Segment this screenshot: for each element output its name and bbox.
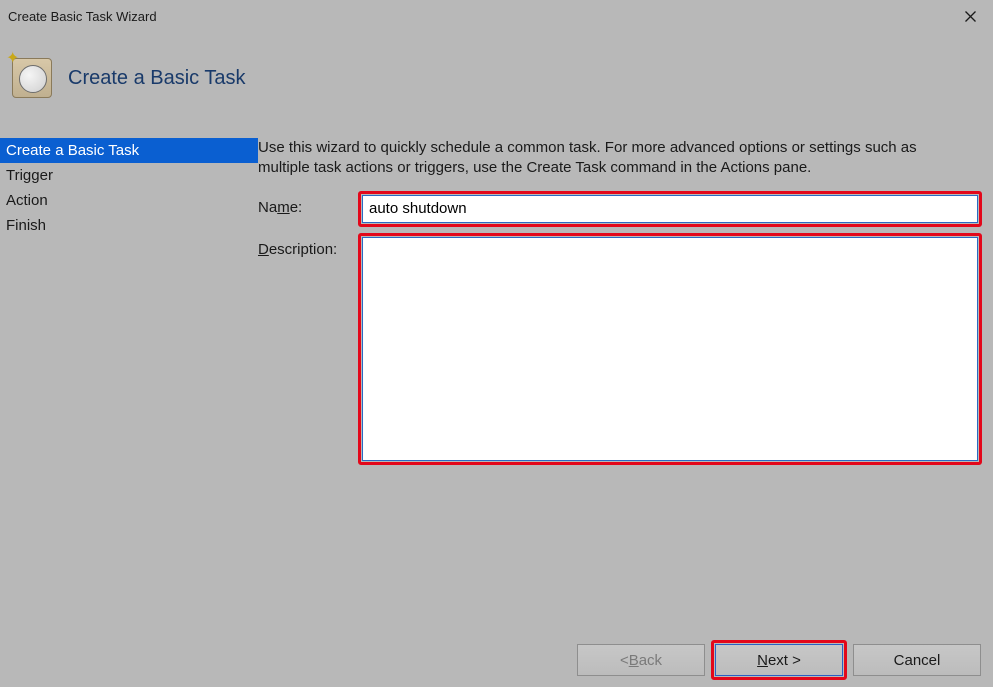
wizard-steps-sidebar: Create a Basic Task Trigger Action Finis… bbox=[0, 124, 258, 633]
sidebar-item-action[interactable]: Action bbox=[0, 188, 258, 213]
sidebar-item-trigger[interactable]: Trigger bbox=[0, 163, 258, 188]
wizard-header: ✦ Create a Basic Task bbox=[0, 32, 993, 124]
titlebar: Create Basic Task Wizard bbox=[0, 0, 993, 32]
name-label: Name: bbox=[258, 195, 362, 216]
description-label: Description: bbox=[258, 237, 362, 258]
page-title: Create a Basic Task bbox=[68, 67, 246, 90]
wizard-clock-icon: ✦ bbox=[10, 56, 54, 100]
name-input[interactable] bbox=[362, 195, 978, 223]
main-panel: Use this wizard to quickly schedule a co… bbox=[258, 124, 993, 633]
close-button[interactable] bbox=[947, 0, 993, 32]
sidebar-item-finish[interactable]: Finish bbox=[0, 213, 258, 238]
button-bar: < Back Next > Cancel bbox=[0, 633, 993, 687]
sidebar-item-create-basic-task[interactable]: Create a Basic Task bbox=[0, 138, 258, 163]
instruction-text: Use this wizard to quickly schedule a co… bbox=[258, 138, 978, 189]
cancel-button[interactable]: Cancel bbox=[853, 644, 981, 676]
close-icon bbox=[965, 11, 976, 22]
back-button: < Back bbox=[577, 644, 705, 676]
window-title: Create Basic Task Wizard bbox=[8, 9, 157, 24]
description-input[interactable] bbox=[362, 237, 978, 461]
next-button[interactable]: Next > bbox=[715, 644, 843, 676]
